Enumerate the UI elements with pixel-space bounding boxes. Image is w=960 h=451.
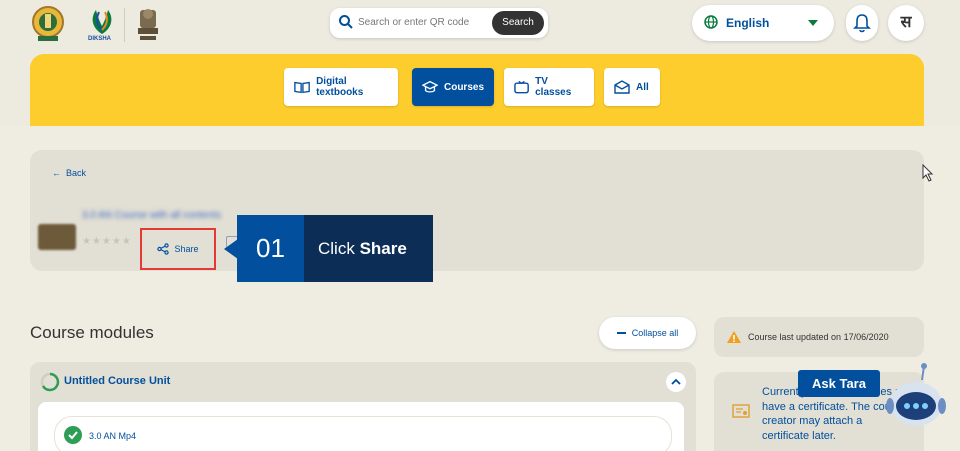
tab-tv-classes[interactable]: TV classes [504, 68, 594, 106]
mouse-cursor-icon [922, 164, 934, 182]
share-icon [157, 243, 170, 255]
list-item[interactable] [54, 416, 672, 451]
tv-icon [514, 80, 529, 94]
ask-tara-button[interactable]: Ask Tara [798, 370, 880, 397]
warning-icon [727, 331, 741, 343]
search-input[interactable]: Search or enter QR code [358, 17, 469, 28]
book-icon [294, 81, 310, 94]
graduation-cap-icon [422, 80, 438, 93]
back-label: Back [66, 168, 87, 178]
course-title: 3.0 AN Course with all contents [82, 210, 221, 221]
chatbot-robot-icon[interactable] [886, 362, 950, 440]
minus-icon [616, 332, 626, 334]
globe-icon [704, 15, 718, 29]
content-item-label[interactable]: 3.0 AN Mp4 [89, 431, 136, 441]
search-bar[interactable]: Search or enter QR code Search [330, 8, 548, 38]
search-icon [339, 15, 353, 29]
chevron-up-icon [671, 378, 681, 385]
bell-icon [853, 14, 871, 33]
back-link[interactable]: ← Back [52, 168, 86, 178]
course-modules-heading: Course modules [30, 323, 154, 342]
language-selector[interactable]: English [692, 5, 834, 41]
tab-label: Digital textbooks [316, 76, 364, 98]
unit-toggle-button[interactable] [666, 372, 686, 392]
logo-divider [124, 8, 125, 42]
certificate-icon [732, 404, 750, 418]
last-updated-text: Course last updated on 17/06/2020 [748, 332, 889, 342]
callout-pointer [224, 239, 238, 259]
national-emblem-icon [138, 9, 158, 40]
check-circle-icon [64, 426, 82, 444]
tab-digital-textbooks[interactable]: Digital textbooks [284, 68, 398, 106]
collapse-all-button[interactable]: Collapse all [599, 317, 696, 349]
course-thumbnail [38, 224, 76, 250]
state-emblem-icon [32, 6, 64, 41]
tab-courses[interactable]: Courses [412, 68, 494, 106]
progress-ring-icon [40, 372, 60, 392]
callout-prefix: Click [318, 239, 360, 258]
chevron-down-icon [808, 20, 818, 26]
tab-label: Courses [443, 81, 484, 93]
collapse-label: Collapse all [631, 328, 679, 338]
callout-emphasis: Share [359, 239, 407, 258]
share-label: Share [174, 244, 199, 254]
arrow-left-icon: ← [52, 168, 61, 178]
share-button[interactable]: Share [140, 228, 216, 270]
search-button[interactable]: Search [492, 11, 544, 35]
rating-stars-icon: ★★★★★ [82, 236, 132, 247]
tab-all[interactable]: All [604, 68, 660, 106]
notifications-button[interactable] [846, 5, 878, 41]
tab-label: All [636, 81, 649, 93]
last-updated-notice: Course last updated on 17/06/2020 [714, 317, 924, 357]
avatar[interactable]: स [888, 5, 924, 41]
callout-instruction: Click Share [304, 215, 433, 282]
diksha-wordmark: DIKSHA [88, 36, 112, 42]
inbox-icon [614, 80, 630, 94]
tab-label: TV classes [535, 76, 572, 98]
callout-step-number: 01 [237, 215, 304, 282]
unit-title[interactable]: Untitled Course Unit [64, 375, 170, 387]
language-label: English [726, 16, 770, 30]
